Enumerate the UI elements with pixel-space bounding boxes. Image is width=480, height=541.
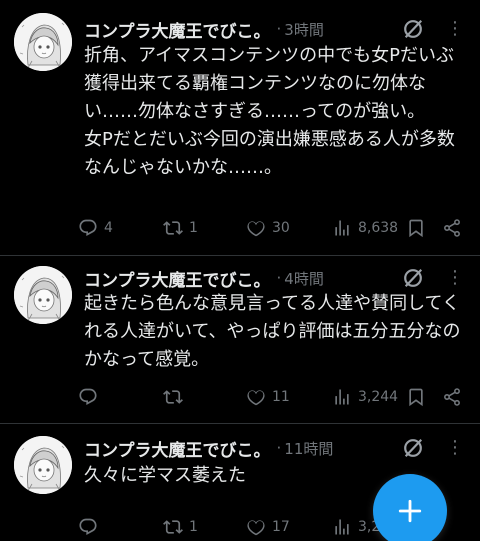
repost-icon (163, 387, 183, 407)
tweet-header: コンプラ大魔王でびこ。 · 3時間 ⋮ (84, 17, 466, 42)
tweet-header: コンプラ大魔王でびこ。 · 4時間 ⋮ (84, 266, 466, 291)
tweet[interactable]: コンプラ大魔王でびこ。 · 4時間 ⋮ 起きたら色んな意見言ってる人達や賛同して… (0, 256, 480, 424)
share-icon (442, 387, 462, 407)
tweet[interactable]: コンプラ大魔王でびこ。 · 3時間 ⋮ 折角、アイマスコンテンツの中でも女Pだい… (0, 0, 480, 256)
repost-count: 1 (189, 519, 198, 535)
like-button[interactable]: 30 (246, 216, 290, 240)
author-name[interactable]: コンプラ大魔王でびこ。 (84, 436, 271, 461)
like-button[interactable]: 11 (246, 385, 290, 409)
bookmark-icon (406, 218, 426, 238)
share-button[interactable] (442, 385, 462, 409)
views-chart-icon (332, 387, 352, 407)
timestamp[interactable]: 3時間 (284, 19, 324, 40)
avatar[interactable] (14, 266, 72, 324)
reply-icon (78, 218, 98, 238)
grok-icon[interactable] (402, 437, 424, 459)
share-button[interactable] (442, 216, 462, 240)
avatar[interactable] (14, 13, 72, 71)
avatar[interactable] (14, 436, 72, 494)
share-icon (442, 218, 462, 238)
views-count: 8,638 (358, 220, 399, 236)
bookmark-button[interactable] (406, 216, 426, 240)
separator-dot: · (276, 269, 282, 287)
reply-icon (78, 387, 98, 407)
more-icon[interactable]: ⋮ (446, 436, 464, 460)
avatar-illustration (14, 266, 72, 324)
repost-icon (163, 517, 183, 537)
repost-icon (163, 218, 183, 238)
tweet-text: 起きたら色んな意見言ってる人達や賛同してくれる人達がいて、やっぱり評価は五分五分… (84, 293, 461, 370)
heart-icon (246, 218, 266, 238)
views-button[interactable]: 8,638 (332, 216, 398, 240)
heart-icon (246, 517, 266, 537)
more-icon[interactable]: ⋮ (446, 17, 464, 41)
tweet-header: コンプラ大魔王でびこ。 · 11時間 ⋮ (84, 436, 466, 461)
heart-icon (246, 387, 266, 407)
timestamp[interactable]: 11時間 (284, 438, 333, 459)
plus-icon (398, 499, 422, 523)
repost-button[interactable]: 1 (163, 515, 198, 539)
separator-dot: · (276, 20, 282, 38)
like-count: 17 (272, 519, 290, 535)
repost-button[interactable] (163, 385, 189, 409)
bookmark-icon (406, 387, 426, 407)
action-bar: 11 3,244 (78, 385, 472, 409)
avatar-illustration (14, 13, 72, 71)
separator-dot: · (276, 439, 282, 457)
reply-button[interactable] (78, 385, 104, 409)
like-count: 11 (272, 389, 290, 405)
timestamp[interactable]: 4時間 (284, 268, 324, 289)
author-name[interactable]: コンプラ大魔王でびこ。 (84, 266, 271, 291)
views-chart-icon (332, 517, 352, 537)
reply-icon (78, 517, 98, 537)
grok-icon[interactable] (402, 267, 424, 289)
repost-count: 1 (189, 220, 198, 236)
compose-button[interactable] (373, 474, 447, 541)
like-count: 30 (272, 220, 290, 236)
grok-icon[interactable] (402, 18, 424, 40)
tweet-text: 折角、アイマスコンテンツの中でも女Pだいぶ獲得出来てる覇権コンテンツなのに勿体な… (84, 45, 455, 178)
more-icon[interactable]: ⋮ (446, 266, 464, 290)
reply-button[interactable]: 4 (78, 216, 113, 240)
views-count: 3,244 (358, 389, 399, 405)
like-button[interactable]: 17 (246, 515, 290, 539)
views-button[interactable]: 3,244 (332, 385, 398, 409)
reply-count: 4 (104, 220, 113, 236)
avatar-illustration (14, 436, 72, 494)
bookmark-button[interactable] (406, 385, 426, 409)
action-bar: 4 1 30 8,638 (78, 216, 472, 240)
reply-button[interactable] (78, 515, 104, 539)
repost-button[interactable]: 1 (163, 216, 198, 240)
author-name[interactable]: コンプラ大魔王でびこ。 (84, 17, 271, 42)
views-chart-icon (332, 218, 352, 238)
